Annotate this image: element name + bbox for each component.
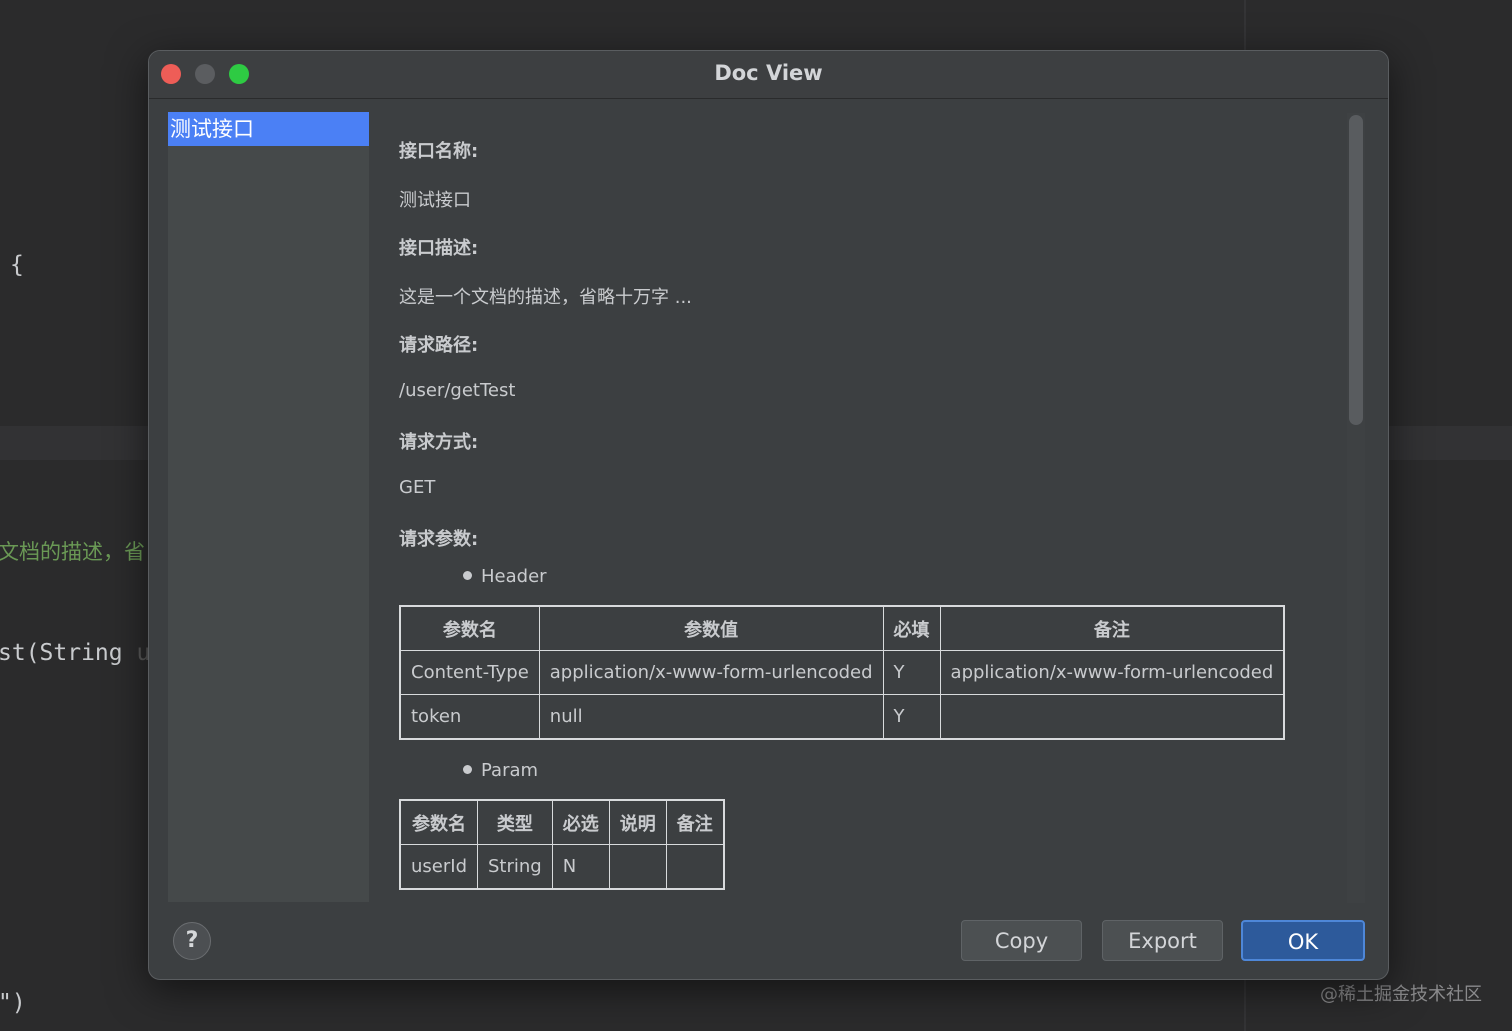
api-desc-value: 这是一个文档的描述，省略十万字 ... — [399, 287, 692, 308]
table-cell: String — [477, 844, 553, 890]
table-cell: Y — [882, 650, 941, 695]
table-row: Content-Type application/x-www-form-urle… — [399, 650, 1285, 695]
request-path-value: /user/getTest — [399, 380, 516, 401]
table-header-cell: 参数名 — [399, 799, 478, 845]
code-brace: { — [10, 252, 24, 278]
bullet-dot-icon — [463, 571, 472, 580]
table-header-cell: 必选 — [551, 799, 610, 845]
table-cell: N — [551, 844, 610, 890]
api-name-value: 测试接口 — [399, 190, 471, 211]
table-cell: application/x-www-form-urlencoded — [538, 650, 884, 695]
table-row: token null Y — [399, 694, 1285, 740]
request-params-label: 请求参数: — [399, 529, 479, 550]
table-header-cell: 备注 — [665, 799, 725, 845]
table-row: userId String N — [399, 844, 725, 890]
table-cell — [665, 844, 725, 890]
header-bullet-label: Header — [481, 566, 547, 587]
table-cell: null — [538, 694, 884, 740]
table-cell — [939, 694, 1285, 740]
table-cell: userId — [399, 844, 478, 890]
table-cell — [608, 844, 667, 890]
watermark: @稀土掘金技术社区 — [1320, 984, 1482, 1005]
code-method: st(String — [0, 640, 123, 666]
table-header-row: 参数名 类型 必选 说明 备注 — [399, 799, 725, 845]
param-table: 参数名 类型 必选 说明 备注 userId String N — [399, 799, 725, 890]
api-list-sidebar: 测试接口 — [168, 112, 369, 902]
doc-content: 接口名称: 测试接口 接口描述: 这是一个文档的描述，省略十万字 ... 请求路… — [399, 121, 1339, 901]
dialog-titlebar: Doc View — [149, 51, 1388, 99]
table-cell: token — [399, 694, 540, 740]
api-desc-label: 接口描述: — [399, 238, 479, 259]
request-path-label: 请求路径: — [399, 335, 479, 356]
doc-view-dialog: Doc View 测试接口 接口名称: 测试接口 接口描述: 这是一个文档的描述… — [148, 50, 1389, 980]
table-header-cell: 说明 — [608, 799, 667, 845]
header-table: 参数名 参数值 必填 备注 Content-Type application/x… — [399, 605, 1286, 740]
header-bullet: Header — [463, 566, 547, 587]
dialog-title: Doc View — [714, 61, 823, 85]
api-name-label: 接口名称: — [399, 141, 479, 162]
code-comment: 文档的描述，省 — [0, 540, 145, 564]
table-cell: application/x-www-form-urlencoded — [939, 650, 1285, 695]
code-end: ") — [0, 990, 26, 1016]
code-signature: st(String u — [0, 640, 150, 666]
vertical-scrollbar[interactable] — [1349, 115, 1363, 425]
table-cell: Content-Type — [399, 650, 540, 695]
table-header-cell: 参数名 — [399, 605, 540, 651]
table-header-cell: 必填 — [882, 605, 941, 651]
bullet-dot-icon — [463, 765, 472, 774]
ok-button[interactable]: OK — [1241, 920, 1365, 961]
request-method-label: 请求方式: — [399, 432, 479, 453]
help-button[interactable]: ? — [173, 922, 211, 960]
table-header-row: 参数名 参数值 必填 备注 — [399, 605, 1285, 651]
table-header-cell: 备注 — [939, 605, 1285, 651]
param-bullet-label: Param — [481, 760, 539, 781]
copy-button[interactable]: Copy — [961, 920, 1082, 961]
table-cell: Y — [882, 694, 941, 740]
export-button[interactable]: Export — [1102, 920, 1223, 961]
table-header-cell: 参数值 — [538, 605, 884, 651]
request-method-value: GET — [399, 477, 436, 498]
param-bullet: Param — [463, 760, 538, 781]
sidebar-item-test-api[interactable]: 测试接口 — [168, 112, 369, 146]
table-header-cell: 类型 — [477, 799, 553, 845]
